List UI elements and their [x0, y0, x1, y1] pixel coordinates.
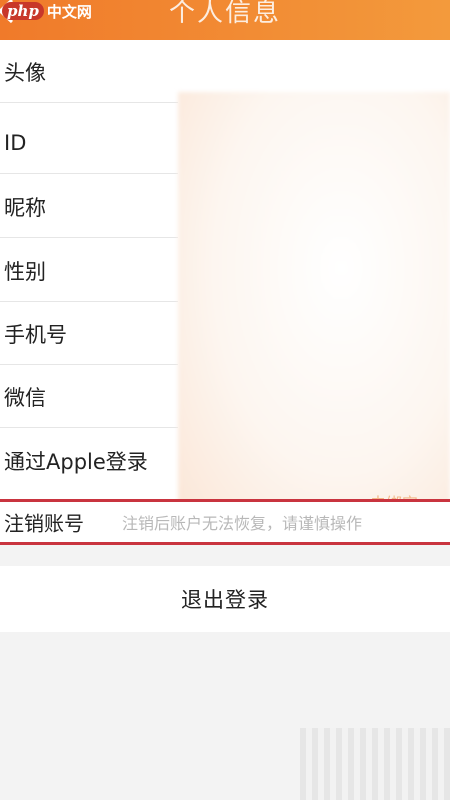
- row-label: 手机号: [4, 322, 67, 347]
- row-label: 头像: [4, 60, 46, 85]
- header-bar: 个人信息 php 中文网: [0, 0, 450, 40]
- logout-button[interactable]: 退出登录: [0, 566, 450, 632]
- divider: [0, 102, 178, 103]
- divider: [0, 173, 178, 174]
- site-watermark: php 中文网: [2, 0, 92, 22]
- cancel-account-row[interactable]: 注销账号 注销后账户无法恢复，请谨慎操作: [0, 499, 450, 545]
- row-label: ID: [4, 130, 27, 155]
- blurred-values-area: [178, 92, 450, 532]
- watermark-text: 中文网: [46, 2, 92, 21]
- pixelated-watermark-area: [300, 728, 450, 800]
- row-label: 微信: [4, 385, 46, 410]
- cancel-account-label: 注销账号: [4, 511, 84, 536]
- divider: [0, 427, 178, 428]
- row-label: 性别: [4, 259, 46, 284]
- row-label: 昵称: [4, 195, 46, 220]
- profile-list: 头像 ID 昵称 性别 手机号 微信 通过Apple登录 未绑定: [0, 40, 450, 545]
- watermark-logo-icon: php: [2, 2, 44, 20]
- row-label: 通过Apple登录: [4, 449, 148, 474]
- cancel-account-hint: 注销后账户无法恢复，请谨慎操作: [122, 514, 363, 533]
- divider: [0, 237, 178, 238]
